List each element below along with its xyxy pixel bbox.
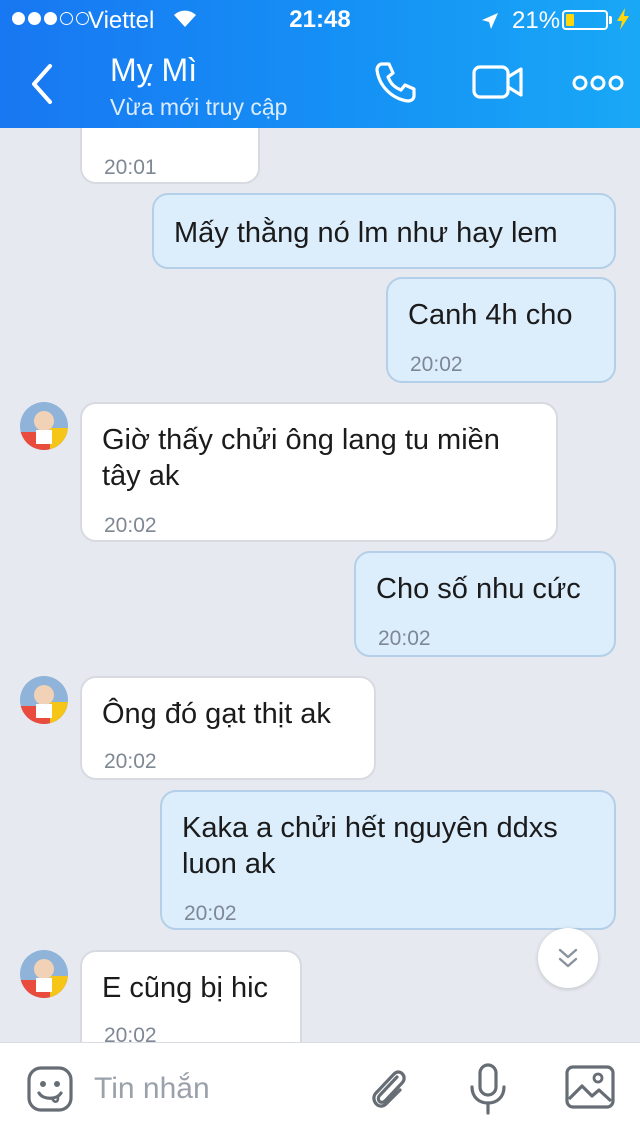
- paperclip-icon[interactable]: [364, 1063, 412, 1120]
- image-icon[interactable]: [564, 1063, 616, 1116]
- message-bubble-outgoing[interactable]: Mấy thằng nó lm như hay lem: [152, 193, 616, 269]
- message-time: 20:02: [378, 627, 431, 650]
- message-bubble-incoming[interactable]: Ông đó gạt thịt ak 20:02: [80, 676, 376, 780]
- message-text: Mấy thằng nó lm như hay lem: [174, 217, 558, 249]
- contact-name[interactable]: Mỵ Mì: [110, 52, 197, 89]
- phone-icon[interactable]: [372, 58, 420, 111]
- more-dots-icon[interactable]: [572, 58, 624, 111]
- message-bubble-outgoing[interactable]: Kaka a chửi hết nguyên ddxs luon ak 20:0…: [160, 790, 616, 930]
- emoji-icon[interactable]: [26, 1065, 74, 1118]
- message-time: 20:02: [104, 750, 157, 773]
- avatar[interactable]: [20, 402, 68, 450]
- message-text: Kaka a chửi hết nguyên ddxs luon ak: [182, 812, 558, 880]
- message-text: E cũng bị hic: [102, 972, 269, 1004]
- message-time: 20:01: [104, 156, 157, 179]
- charging-bolt-icon: [616, 8, 630, 37]
- double-chevron-down-icon: [558, 948, 578, 968]
- location-arrow-icon: [480, 10, 500, 38]
- back-chevron-icon[interactable]: [26, 62, 58, 111]
- scroll-to-bottom-button[interactable]: [538, 928, 598, 988]
- message-bubble-incoming[interactable]: E cũng bị hic 20:02: [80, 950, 302, 1042]
- avatar[interactable]: [20, 676, 68, 724]
- battery-level-fill: [566, 14, 574, 26]
- avatar[interactable]: [20, 950, 68, 998]
- contact-status: Vừa mới truy cập: [110, 94, 288, 120]
- message-text: Giờ thấy chửi ông lang tu miền tây ak: [102, 424, 500, 492]
- top-bar: Viettel 21:48 21% Mỵ Mì Vừa mới truy cập: [0, 0, 640, 128]
- message-list[interactable]: 20:01 Mấy thằng nó lm như hay lem Canh 4…: [0, 128, 640, 1042]
- message-bubble-incoming[interactable]: Giờ thấy chửi ông lang tu miền tây ak 20…: [80, 402, 558, 542]
- microphone-icon[interactable]: [468, 1063, 508, 1120]
- message-input[interactable]: [94, 1069, 334, 1109]
- message-text: Cho số nhu cức: [376, 573, 581, 605]
- battery-icon: [562, 10, 608, 30]
- composer-bar: [0, 1042, 640, 1137]
- message-time: 20:02: [410, 353, 463, 376]
- message-text: Canh 4h cho: [408, 299, 573, 331]
- status-bar: Viettel 21:48 21%: [0, 0, 640, 40]
- message-time: 20:02: [184, 902, 237, 925]
- message-time: 20:02: [104, 514, 157, 537]
- message-bubble-outgoing[interactable]: Canh 4h cho 20:02: [386, 277, 616, 383]
- battery-nub: [609, 16, 612, 24]
- message-text: Ông đó gạt thịt ak: [102, 698, 331, 730]
- message-bubble-incoming[interactable]: 20:01: [80, 128, 260, 184]
- battery-percent: 21%: [512, 7, 561, 34]
- message-bubble-outgoing[interactable]: Cho số nhu cức 20:02: [354, 551, 616, 657]
- message-time: 20:02: [104, 1024, 157, 1042]
- video-camera-icon[interactable]: [470, 58, 526, 111]
